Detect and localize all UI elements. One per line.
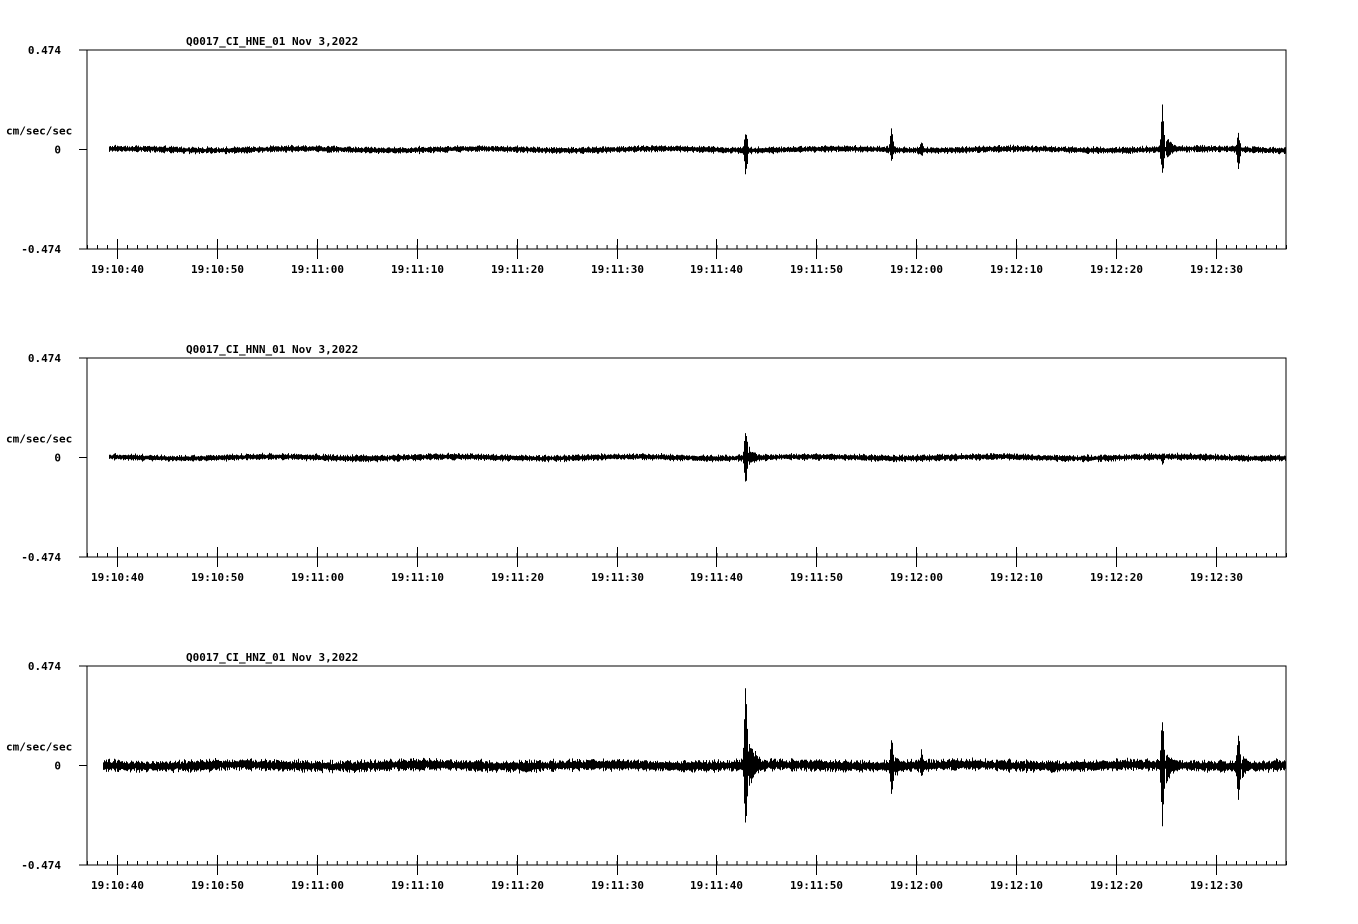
panel-2: Q0017_CI_HNN_01 Nov 3,2022 0.474 0 -0.474 cm… [6,343,1287,584]
x-tick-label: 19:11:20 [491,263,544,276]
x-tick-label: 19:12:30 [1190,879,1243,892]
y-tick-label: 0 [54,760,61,773]
panel-title: Q0017_CI_HNN_01 Nov 3,2022 [186,343,358,356]
x-tick-label: 19:11:50 [790,879,843,892]
x-tick-label: 19:12:20 [1090,571,1143,584]
waveform-trace [109,104,1286,175]
x-tick-label: 19:11:50 [790,571,843,584]
x-tick-label: 19:11:20 [491,879,544,892]
x-tick-label: 19:12:10 [990,879,1043,892]
x-tick-label: 19:12:30 [1190,571,1243,584]
x-tick-label: 19:11:30 [591,571,644,584]
x-tick-label: 19:12:10 [990,571,1043,584]
x-tick-label: 19:11:40 [690,879,743,892]
y-tick-label: -0.474 [21,859,61,872]
panel-3: Q0017_CI_HNZ_01 Nov 3,2022 0.474 0 -0.474 cm… [6,651,1287,892]
x-tick-label: 19:11:40 [690,571,743,584]
y-axis-label: cm/sec/sec [6,741,72,754]
waveform-trace [109,433,1286,482]
x-minor-ticks [87,245,1287,249]
x-tick-label: 19:10:40 [91,879,144,892]
x-tick-label: 19:11:00 [291,571,344,584]
x-tick-label: 19:12:20 [1090,879,1143,892]
panel-title: Q0017_CI_HNZ_01 Nov 3,2022 [186,651,358,664]
x-minor-ticks [87,861,1287,865]
x-tick-label: 19:12:20 [1090,263,1143,276]
panel-1: Q0017_CI_HNE_01 Nov 3,2022 0.474 0 -0.474 cm… [6,35,1287,276]
x-tick-label: 19:11:30 [591,263,644,276]
y-tick-label: 0.474 [28,44,61,57]
x-tick-label: 19:10:50 [191,571,244,584]
x-tick-label: 19:10:50 [191,879,244,892]
x-tick-label: 19:10:40 [91,571,144,584]
x-tick-label: 19:12:10 [990,263,1043,276]
x-tick-label: 19:11:50 [790,263,843,276]
panel-title: Q0017_CI_HNE_01 Nov 3,2022 [186,35,358,48]
x-tick-label: 19:12:00 [890,571,943,584]
x-tick-label: 19:11:10 [391,263,444,276]
x-tick-label: 19:10:50 [191,263,244,276]
y-tick-label: 0.474 [28,352,61,365]
x-tick-label: 19:12:30 [1190,263,1243,276]
y-tick-label: -0.474 [21,243,61,256]
y-tick-label: 0 [54,144,61,157]
x-tick-label: 19:11:40 [690,263,743,276]
y-tick-label: -0.474 [21,551,61,564]
y-axis-label: cm/sec/sec [6,125,72,138]
x-tick-label: 19:11:10 [391,571,444,584]
x-tick-label: 19:11:00 [291,879,344,892]
y-tick-label: 0.474 [28,660,61,673]
x-tick-label: 19:12:00 [890,263,943,276]
seismogram-figure: Q0017_CI_HNE_01 Nov 3,2022 0.474 0 -0.474 cm… [6,35,1287,892]
x-tick-label: 19:11:10 [391,879,444,892]
x-tick-label: 19:11:30 [591,879,644,892]
x-minor-ticks [87,553,1287,557]
y-tick-label: 0 [54,452,61,465]
y-axis-label: cm/sec/sec [6,433,72,446]
x-tick-label: 19:10:40 [91,263,144,276]
x-tick-label: 19:11:00 [291,263,344,276]
x-tick-label: 19:12:00 [890,879,943,892]
waveform-trace [103,688,1286,827]
x-tick-label: 19:11:20 [491,571,544,584]
